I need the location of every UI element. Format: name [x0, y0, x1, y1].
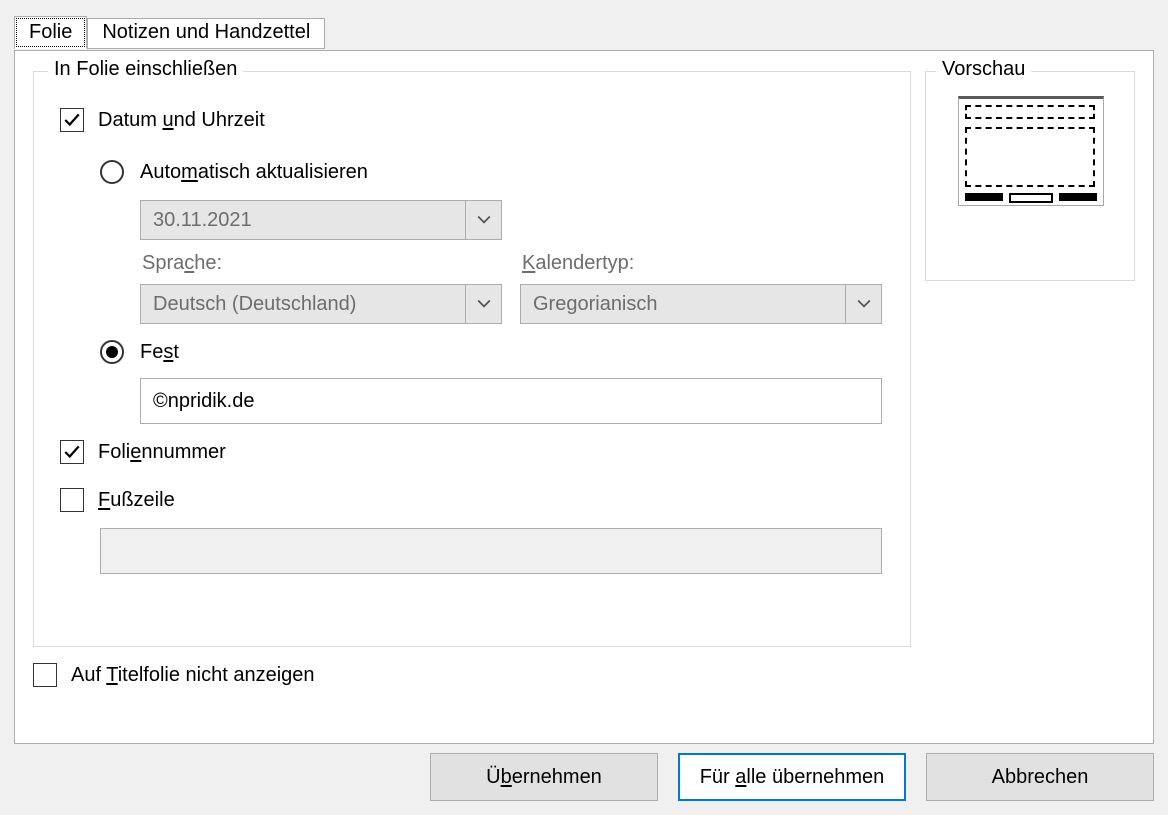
label-calendar-type: Kalendertyp: — [522, 252, 634, 275]
preview-thumbnail — [958, 96, 1104, 206]
input-fixed-text[interactable]: ©npridik.de — [140, 378, 882, 424]
input-fixed-text-value: ©npridik.de — [153, 390, 254, 413]
radio-auto-update[interactable] — [100, 160, 124, 184]
radio-auto-update-label: Automatisch aktualisieren — [140, 161, 368, 184]
group-preview-legend: Vorschau — [936, 58, 1031, 81]
chevron-down-icon — [465, 285, 501, 323]
combo-calendar-type[interactable]: Gregorianisch — [520, 284, 882, 324]
group-preview: Vorschau — [925, 71, 1135, 281]
combo-date-format-value: 30.11.2021 — [141, 201, 465, 239]
tab-notes-handouts[interactable]: Notizen und Handzettel — [87, 18, 325, 49]
checkbox-slide-number-label: Foliennummer — [98, 441, 226, 464]
checkbox-slide-number[interactable] — [60, 440, 84, 464]
combo-language[interactable]: Deutsch (Deutschland) — [140, 284, 502, 324]
group-include-legend: In Folie einschließen — [48, 58, 243, 81]
checkbox-footer[interactable] — [60, 488, 84, 512]
apply-button-label: Übernehmen — [486, 766, 602, 789]
apply-all-button-label: Für alle übernehmen — [700, 766, 885, 789]
checkbox-date-time[interactable] — [60, 108, 84, 132]
tab-slide-label: Folie — [29, 21, 72, 43]
cancel-button[interactable]: Abbrechen — [926, 753, 1154, 801]
chevron-down-icon — [465, 201, 501, 239]
combo-date-format[interactable]: 30.11.2021 — [140, 200, 502, 240]
radio-fixed-label: Fest — [140, 341, 179, 364]
tab-notes-handouts-label: Notizen und Handzettel — [102, 21, 310, 43]
tab-slide[interactable]: Folie — [14, 16, 87, 49]
checkbox-date-time-label: Datum und Uhrzeit — [98, 109, 265, 132]
apply-button[interactable]: Übernehmen — [430, 753, 658, 801]
apply-all-button[interactable]: Für alle übernehmen — [678, 753, 906, 801]
combo-language-value: Deutsch (Deutschland) — [141, 285, 465, 323]
input-footer-text[interactable] — [100, 528, 882, 574]
chevron-down-icon — [845, 285, 881, 323]
radio-fixed[interactable] — [100, 340, 124, 364]
tab-panel: In Folie einschließen Datum und Uhrzeit … — [14, 50, 1154, 744]
checkbox-hide-on-title-slide[interactable] — [33, 663, 57, 687]
checkbox-footer-label: Fußzeile — [98, 489, 175, 512]
cancel-button-label: Abbrechen — [992, 766, 1089, 789]
combo-calendar-type-value: Gregorianisch — [521, 285, 845, 323]
group-include-in-slide: In Folie einschließen Datum und Uhrzeit … — [33, 71, 911, 647]
checkbox-hide-on-title-slide-label: Auf Titelfolie nicht anzeigen — [71, 664, 315, 687]
label-language: Sprache: — [142, 252, 222, 275]
